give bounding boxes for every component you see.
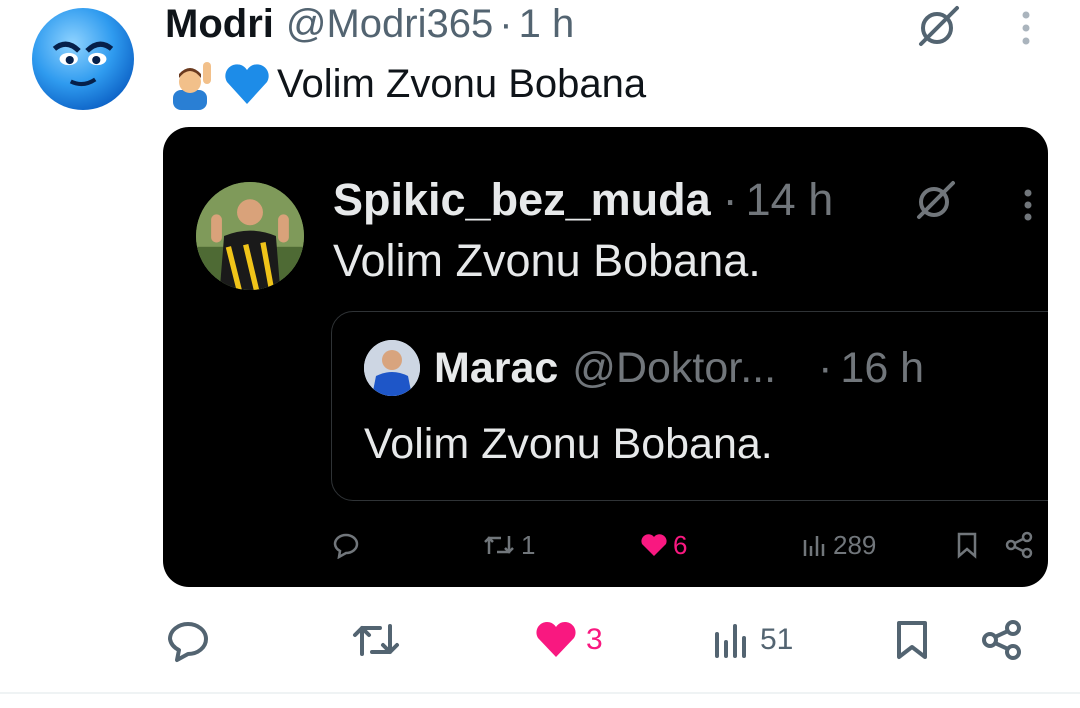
post-divider <box>0 692 1080 694</box>
views-count: 51 <box>760 623 794 656</box>
embedded-retweet: 1 <box>481 525 535 565</box>
post-action-bar: 3 51 <box>0 612 1080 668</box>
post-text: Volim Zvonu Bobana <box>277 61 647 106</box>
like-count: 3 <box>586 623 603 656</box>
share-icon <box>1005 525 1035 565</box>
heart-filled-icon <box>641 534 667 556</box>
views-icon <box>803 536 825 556</box>
embedded-header: Spikic_bez_muda · 14 h <box>333 174 834 225</box>
embedded-action-bar: 1 6 289 <box>163 525 1048 565</box>
like-button[interactable]: 3 <box>534 612 603 668</box>
bookmark-icon <box>955 525 979 565</box>
header-separator: · <box>499 1 513 46</box>
bookmark-button[interactable] <box>894 612 930 668</box>
bookmark-icon <box>897 621 927 659</box>
more-options-icon[interactable] <box>1015 8 1037 48</box>
embedded-like-count: 6 <box>673 529 688 560</box>
embedded-screenshot[interactable]: Spikic_bez_muda · 14 h Volim Zvonu Boban… <box>163 127 1048 587</box>
embedded-author-name: Spikic_bez_muda <box>333 174 711 225</box>
embedded-views-count: 289 <box>833 529 877 560</box>
embedded-separator: · <box>722 174 738 225</box>
retweet-button[interactable] <box>350 612 402 668</box>
marac-avatar <box>364 340 420 396</box>
quoted-post: Marac @Doktor... · 16 h Volim Zvonu Boba… <box>331 311 1048 501</box>
share-button[interactable] <box>980 612 1024 668</box>
views-icon <box>715 624 746 658</box>
quoted-header: Marac @Doktor... · 16 h <box>434 342 924 394</box>
reply-icon <box>168 622 208 662</box>
embedded-retweet-count: 1 <box>521 529 536 560</box>
author-display-name[interactable]: Modri <box>165 2 274 47</box>
views-button[interactable]: 51 <box>712 612 793 668</box>
post-header: Modri @Modri365 · 1 h <box>165 0 574 48</box>
embedded-like: 6 <box>639 525 687 565</box>
embedded-views: 289 <box>801 525 876 565</box>
quoted-author-handle: @Doktor... <box>572 343 777 392</box>
retweet-icon <box>484 536 514 554</box>
post-text-line: Volim Zvonu Bobana <box>165 58 646 110</box>
author-avatar[interactable] <box>32 8 134 110</box>
share-icon <box>982 620 1021 660</box>
quoted-author-name: Marac <box>434 343 559 392</box>
reply-icon <box>331 525 361 565</box>
quoted-post-text: Volim Zvonu Bobana. <box>364 420 773 468</box>
person-raising-hand-emoji <box>165 58 217 110</box>
embedded-timestamp: 14 h <box>745 174 834 225</box>
post-timestamp[interactable]: 1 h <box>519 2 575 47</box>
embedded-post-text: Volim Zvonu Bobana. <box>333 235 761 286</box>
grok-icon <box>913 179 959 221</box>
spikic-avatar <box>196 182 304 290</box>
heart-filled-icon <box>536 621 576 657</box>
grok-icon[interactable] <box>915 4 963 48</box>
angry-face-avatar-image <box>52 41 114 87</box>
quoted-timestamp-separator: · <box>818 343 833 392</box>
blue-heart-emoji <box>221 58 273 110</box>
reply-button[interactable] <box>164 612 212 668</box>
more-options-icon <box>1021 187 1035 223</box>
quoted-timestamp: 16 h <box>840 343 925 392</box>
author-handle[interactable]: @Modri365 <box>286 2 493 47</box>
retweet-icon <box>353 624 399 656</box>
